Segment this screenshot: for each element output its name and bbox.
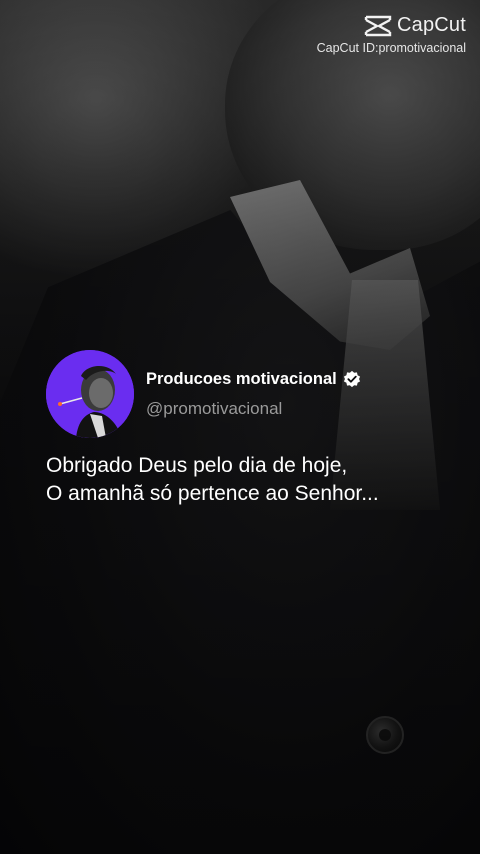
- profile-header: Producoes motivacional @promotivacional: [46, 350, 361, 438]
- avatar-portrait: [46, 350, 134, 438]
- avatar[interactable]: [46, 350, 134, 438]
- name-row: Producoes motivacional: [146, 370, 361, 389]
- profile-name-block: Producoes motivacional @promotivacional: [146, 370, 361, 419]
- verified-badge-icon: [343, 370, 360, 388]
- watermark-brand: CapCut: [396, 14, 466, 36]
- watermark-logo-row: CapCut: [317, 14, 466, 37]
- watermark-id: CapCut ID:promotivacional: [316, 41, 466, 55]
- quote-line-1: Obrigado Deus pelo dia de hoje,: [46, 454, 348, 477]
- quote-text: Obrigado Deus pelo dia de hoje, O amanhã…: [46, 452, 466, 508]
- display-name[interactable]: Producoes motivacional: [146, 370, 337, 389]
- capcut-watermark: CapCut CapCut ID:promotivacional: [317, 14, 466, 55]
- profile-handle[interactable]: @promotivacional: [146, 399, 361, 419]
- capcut-logo-icon: [364, 15, 392, 36]
- quote-line-2: O amanhã só pertence ao Senhor...: [46, 482, 379, 505]
